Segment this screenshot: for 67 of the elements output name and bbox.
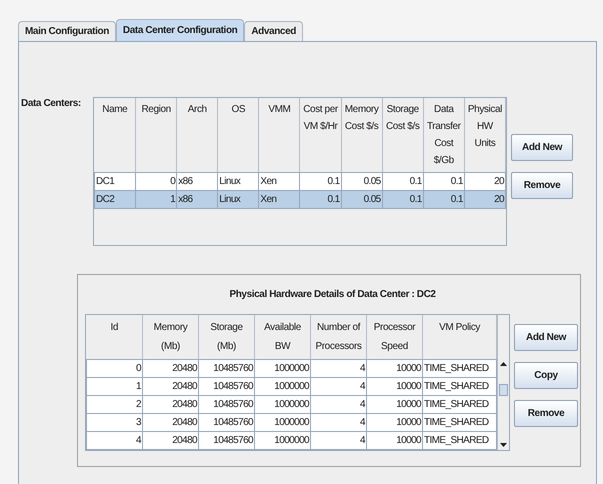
- table-cell[interactable]: 0.05: [341, 190, 382, 208]
- table-cell[interactable]: 1000000: [254, 378, 310, 396]
- table-cell[interactable]: 0.1: [300, 172, 342, 190]
- table-cell[interactable]: 1000000: [254, 396, 310, 414]
- table-cell[interactable]: 20480: [142, 378, 198, 396]
- table-button[interactable]: Copy: [514, 362, 578, 389]
- table-cell[interactable]: 0: [136, 172, 177, 190]
- data-centers-label: Data Centers:: [20, 97, 82, 110]
- table-cell[interactable]: 0.1: [423, 172, 464, 190]
- table-button[interactable]: Remove: [514, 400, 578, 427]
- scrollbar[interactable]: [497, 315, 508, 450]
- tab[interactable]: Data Center Configuration: [116, 19, 244, 41]
- table-cell[interactable]: 4: [310, 396, 366, 414]
- table-cell[interactable]: TIME_SHARED: [422, 432, 496, 450]
- table-cell[interactable]: 4: [310, 432, 366, 450]
- table-cell[interactable]: Linux: [218, 190, 259, 208]
- table-cell[interactable]: 10485760: [198, 414, 254, 432]
- table-cell[interactable]: 20480: [142, 432, 198, 450]
- table-cell[interactable]: 20: [464, 172, 506, 190]
- table-cell[interactable]: 4: [310, 360, 366, 378]
- table-cell[interactable]: 1: [86, 378, 142, 396]
- table-cell[interactable]: 0: [86, 360, 142, 378]
- table-cell[interactable]: 0.1: [382, 172, 424, 190]
- scroll-thumb[interactable]: [499, 384, 508, 396]
- hardware-title: Physical Hardware Details of Data Center : DC2: [229, 289, 436, 300]
- table-button[interactable]: Add New: [511, 134, 573, 161]
- table-cell[interactable]: Xen: [258, 172, 300, 190]
- table-cell[interactable]: 10485760: [198, 378, 254, 396]
- table-cell[interactable]: x86: [176, 172, 218, 190]
- table-cell[interactable]: 1000000: [254, 414, 310, 432]
- table-cell[interactable]: 4: [310, 414, 366, 432]
- table-cell[interactable]: 1000000: [254, 360, 310, 378]
- table-cell[interactable]: DC2: [94, 190, 136, 208]
- table-cell[interactable]: 10000: [366, 396, 422, 414]
- table-cell[interactable]: 0.1: [423, 190, 464, 208]
- table-cell[interactable]: 0.1: [300, 190, 342, 208]
- tab[interactable]: Advanced: [244, 21, 303, 41]
- table-cell[interactable]: DC1: [94, 172, 136, 190]
- table-cell[interactable]: TIME_SHARED: [422, 396, 496, 414]
- table-cell[interactable]: 10485760: [198, 432, 254, 450]
- table-cell[interactable]: 20480: [142, 396, 198, 414]
- table-cell[interactable]: 10000: [366, 432, 422, 450]
- table-cell[interactable]: 0.05: [341, 172, 382, 190]
- table-cell[interactable]: x86: [176, 190, 218, 208]
- table-cell[interactable]: 1: [136, 190, 177, 208]
- table-button[interactable]: Remove: [511, 172, 573, 199]
- table-cell[interactable]: TIME_SHARED: [422, 378, 496, 396]
- table-cell[interactable]: 10000: [366, 360, 422, 378]
- table-cell[interactable]: 10485760: [198, 396, 254, 414]
- table-button[interactable]: Add New: [514, 324, 578, 351]
- table-cell[interactable]: 4: [86, 432, 142, 450]
- tab[interactable]: Main Configuration: [18, 21, 116, 41]
- table-cell[interactable]: 0.1: [382, 190, 424, 208]
- table-cell[interactable]: 20: [464, 190, 506, 208]
- table-cell[interactable]: 2: [86, 396, 142, 414]
- table-cell[interactable]: 10000: [366, 414, 422, 432]
- table-cell[interactable]: 10000: [366, 378, 422, 396]
- table-cell[interactable]: Xen: [258, 190, 300, 208]
- table-cell[interactable]: 1000000: [254, 432, 310, 450]
- table-cell[interactable]: Linux: [218, 172, 259, 190]
- table-cell[interactable]: 20480: [142, 414, 198, 432]
- table-cell[interactable]: 10485760: [198, 360, 254, 378]
- table-cell[interactable]: 20480: [142, 360, 198, 378]
- table-cell[interactable]: TIME_SHARED: [422, 360, 496, 378]
- table-cell[interactable]: TIME_SHARED: [422, 414, 496, 432]
- table-cell[interactable]: 4: [310, 378, 366, 396]
- table-cell[interactable]: 3: [86, 414, 142, 432]
